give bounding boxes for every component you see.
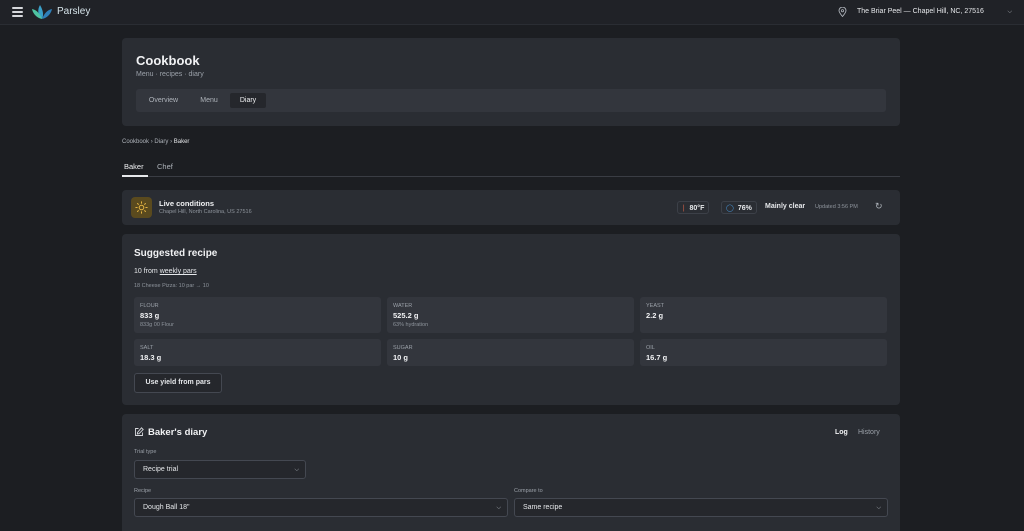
ingredient-name: Yeast	[646, 303, 665, 309]
cookbook-header: Cookbook Menu · recipes · diary Overview…	[122, 38, 900, 126]
thermometer-icon: ∣	[682, 205, 686, 212]
live-location: Chapel Hill, North Carolina, US 27516	[159, 209, 252, 215]
section-tabs: Overview Menu Diary	[136, 89, 886, 112]
ingredient-amount: 16.7 g	[646, 353, 668, 362]
ingredient-salt: Salt 18.3 g	[134, 339, 381, 366]
chevron-down-icon: ⌵	[496, 505, 501, 511]
breadcrumb-cookbook[interactable]: Cookbook	[122, 139, 149, 145]
weather-condition: Mainly clear	[765, 203, 806, 210]
droplet-icon: ◯	[726, 205, 734, 212]
ingredient-name: Sugar	[393, 345, 413, 351]
top-bar: Parsley The Briar Peel — Chapel Hill, NC…	[0, 0, 1024, 25]
suggested-count: 10 from	[134, 268, 158, 275]
bakers-diary-card: Baker's diary Log History Trial type Rec…	[122, 414, 900, 531]
live-conditions-card: Live conditions Chapel Hill, North Carol…	[122, 190, 900, 225]
trial-type-select[interactable]: Recipe trial ⌵	[134, 460, 306, 479]
location-value: The Briar Peel — Chapel Hill, NC, 27516	[857, 8, 984, 15]
tab-diary[interactable]: Diary	[230, 93, 266, 108]
tab-baker[interactable]: Baker	[124, 162, 144, 171]
temperature-pill: ∣ 80°F	[677, 201, 710, 214]
suggested-recipe-card: Suggested recipe 10 from weekly pars 18 …	[122, 234, 900, 405]
active-tab-indicator	[122, 175, 148, 177]
ingredient-amount: 833 g	[140, 311, 160, 320]
ingredient-note: 63% hydration	[393, 322, 429, 328]
breadcrumb-separator: ›	[170, 139, 173, 145]
humidity-pill: ◯ 76%	[721, 201, 757, 214]
recipe-select[interactable]: Dough Ball 18" ⌵	[134, 498, 508, 517]
ingredient-note: 833g 00 Flour	[140, 322, 174, 328]
tab-history[interactable]: History	[858, 429, 880, 436]
location-pin-icon	[838, 7, 847, 17]
ingredient-sugar: Sugar 10 g	[387, 339, 634, 366]
ingredient-amount: 2.2 g	[646, 311, 664, 320]
suggested-source: 10 from weekly pars	[134, 268, 197, 275]
breadcrumb-current: Baker	[173, 139, 190, 145]
breadcrumb-diary[interactable]: Diary	[154, 139, 168, 145]
ingredient-name: Salt	[140, 345, 154, 351]
live-title: Live conditions	[159, 199, 215, 208]
parsley-logo-icon	[32, 5, 52, 19]
tab-chef[interactable]: Chef	[157, 162, 173, 171]
ingredient-oil: Oil 16.7 g	[640, 339, 887, 366]
suggested-title: Suggested recipe	[134, 248, 218, 259]
page-title: Cookbook	[136, 53, 200, 68]
diary-title: Baker's diary	[148, 427, 208, 438]
location-select[interactable]: The Briar Peel — Chapel Hill, NC, 27516 …	[853, 3, 1015, 21]
use-yield-button[interactable]: Use yield from pars	[134, 373, 222, 393]
chevron-down-icon: ⌵	[876, 505, 881, 511]
menu-icon[interactable]	[12, 7, 23, 17]
tab-overview[interactable]: Overview	[140, 93, 187, 108]
compare-select[interactable]: Same recipe ⌵	[514, 498, 888, 517]
ingredient-amount: 10 g	[393, 353, 409, 362]
compare-value: Same recipe	[523, 504, 563, 511]
sun-icon-box	[131, 197, 152, 218]
breadcrumb: Cookbook › Diary › Baker	[122, 139, 189, 145]
page-subtitle: Menu · recipes · diary	[136, 71, 204, 78]
tab-log[interactable]: Log	[835, 429, 848, 436]
ingredient-name: Oil	[646, 345, 655, 351]
edit-icon	[135, 427, 144, 436]
ingredient-amount: 525.2 g	[393, 311, 419, 320]
tab-menu[interactable]: Menu	[191, 93, 227, 108]
chevron-down-icon: ⌵	[294, 467, 299, 473]
ingredient-amount: 18.3 g	[140, 353, 162, 362]
weekly-pars-link[interactable]: weekly pars	[160, 268, 197, 275]
trial-type-value: Recipe trial	[143, 466, 179, 473]
ingredient-name: Flour	[140, 303, 159, 309]
brand-name: Parsley	[57, 6, 91, 17]
ingredient-name: Water	[393, 303, 413, 309]
sun-icon	[135, 201, 148, 214]
humidity-value: 76%	[737, 205, 752, 212]
refresh-icon[interactable]: ↻	[875, 201, 883, 212]
temperature-value: 80°F	[689, 205, 705, 212]
chevron-down-icon: ⌵	[1007, 9, 1012, 15]
trial-type-label: Trial type	[134, 449, 157, 455]
compare-label: Compare to	[514, 488, 543, 494]
recipe-label: Recipe	[134, 488, 152, 494]
breadcrumb-separator: ›	[150, 139, 153, 145]
updated-time: Updated 3:56 PM	[815, 204, 858, 210]
ingredient-water: Water 525.2 g 63% hydration	[387, 297, 634, 333]
role-tabs: Baker Chef	[122, 160, 900, 177]
ingredient-yeast: Yeast 2.2 g	[640, 297, 887, 333]
ingredient-flour: Flour 833 g 833g 00 Flour	[134, 297, 381, 333]
recipe-value: Dough Ball 18"	[143, 504, 190, 511]
suggested-note: 18 Cheese Pizza: 10 par → 10	[134, 283, 209, 289]
